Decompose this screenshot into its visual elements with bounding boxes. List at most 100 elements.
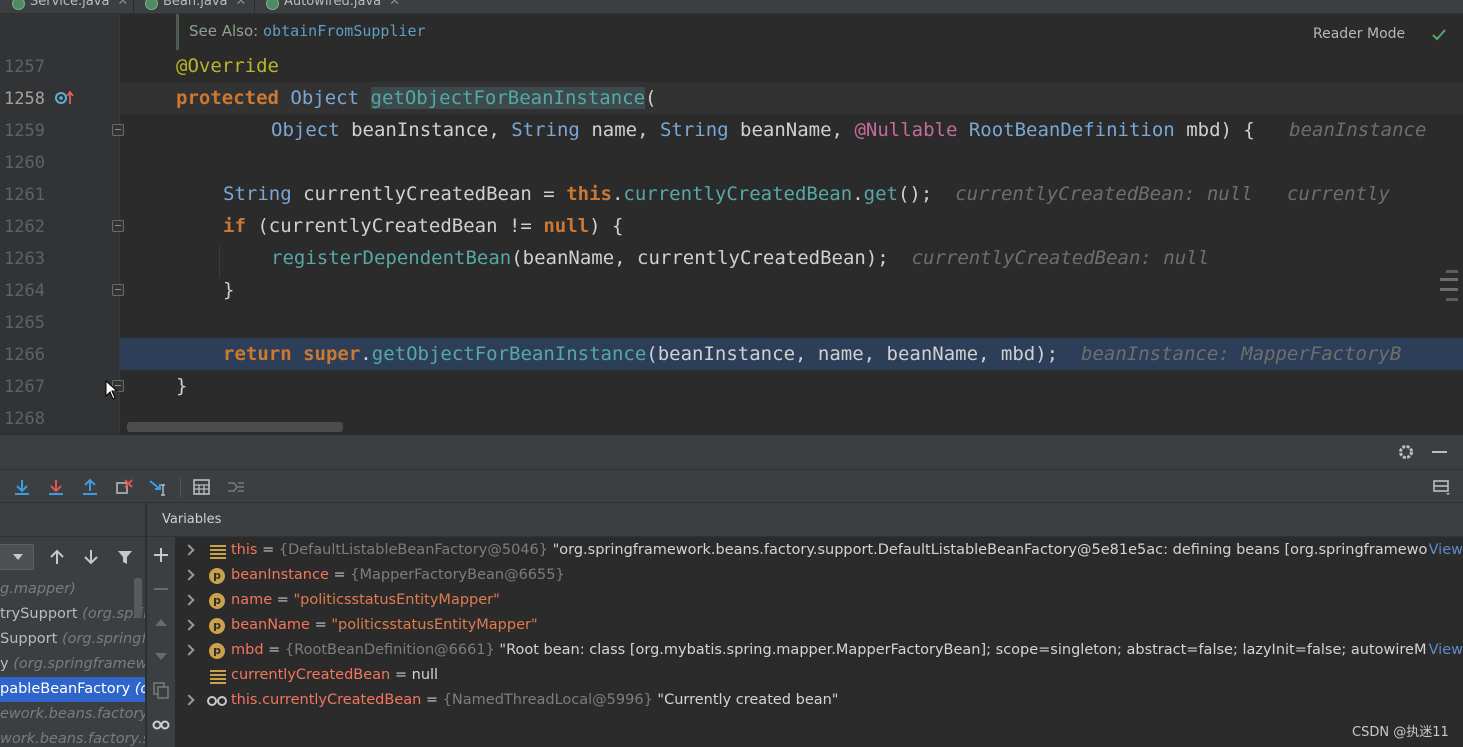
show-watches-icon[interactable] (152, 715, 170, 733)
arrow-up-icon[interactable] (48, 548, 66, 566)
stack-frame[interactable]: work.beans.factory.sup (0, 727, 145, 747)
line-number-gutter[interactable]: 1257 1258 1259 1260 1261 1262 1263 1264 … (0, 14, 120, 434)
add-watch-icon[interactable] (152, 546, 170, 564)
tab-label: Service.java (30, 0, 110, 9)
reader-mode-button[interactable]: Reader Mode (1313, 26, 1405, 42)
stack-frame[interactable]: trySupport (org.spring (0, 602, 145, 627)
code-line-1263[interactable]: registerDependentBean(beanName, currentl… (120, 242, 1463, 274)
line-number: 1257 (4, 57, 45, 77)
variable-value: "Root bean: class [org.mybatis.spring.ma… (494, 642, 1463, 658)
watermark: CSDN @执迷11 (1352, 725, 1449, 740)
code-line-1257[interactable]: @Override (120, 50, 1463, 82)
remove-watch-icon[interactable] (152, 580, 170, 598)
code-line-1258[interactable]: protected Object getObjectForBeanInstanc… (120, 82, 1463, 114)
code-token: } (223, 279, 235, 301)
evaluate-expression-icon[interactable] (192, 478, 212, 496)
variable-row-beanInstance[interactable]: p beanInstance = {MapperFactoryBean@6655… (176, 563, 1463, 588)
see-also-link[interactable]: obtainFromSupplier (263, 22, 426, 40)
move-down-icon[interactable] (152, 647, 170, 665)
variable-row-mbd[interactable]: p mbd = {RootBeanDefinition@6661} "Root … (176, 638, 1463, 663)
close-icon[interactable]: ✕ (389, 0, 400, 9)
equals-sign: = (272, 592, 294, 608)
frame-method: y (0, 656, 14, 672)
variable-row-beanName[interactable]: p beanName = "politicsstatusEntityMapper… (176, 613, 1463, 638)
method-token: getObjectForBeanInstance (371, 343, 647, 365)
arrow-down-icon[interactable] (82, 548, 100, 566)
frames-scrollbar[interactable] (134, 578, 142, 618)
execution-point-line-1266[interactable]: return super.getObjectForBeanInstance(be… (120, 338, 1463, 370)
gear-icon[interactable] (1397, 443, 1415, 461)
run-to-cursor-icon[interactable] (148, 478, 168, 496)
variable-value: "politicsstatusEntityMapper" (293, 592, 500, 608)
tab-autowired-java[interactable]: Autowired.java ✕ (262, 0, 400, 13)
minimize-icon[interactable] (1432, 451, 1447, 453)
expand-arrow-icon[interactable] (183, 619, 195, 631)
code-line-1259[interactable]: Object beanInstance, String name, String… (120, 114, 1463, 146)
debug-toolbar (0, 469, 1463, 503)
variable-row-name[interactable]: p name = "politicsstatusEntityMapper" (176, 588, 1463, 613)
thread-selector-dropdown[interactable] (0, 544, 34, 570)
type-token: String (659, 119, 729, 141)
tab-service-java[interactable]: Service.java ✕ (8, 0, 128, 13)
code-line-1267[interactable]: } (120, 370, 1463, 402)
expand-arrow-icon[interactable] (183, 694, 195, 706)
variable-row-watch[interactable]: this.currentlyCreatedBean = {NamedThread… (176, 688, 1463, 713)
code-line-1262[interactable]: if (currentlyCreatedBean != null) { (120, 210, 1463, 242)
view-link[interactable]: View (1426, 538, 1463, 563)
copy-icon[interactable] (152, 681, 170, 699)
step-out-icon[interactable] (80, 478, 100, 496)
expand-arrow-icon[interactable] (183, 544, 195, 556)
doc-see-also: See Also: obtainFromSupplier (176, 14, 426, 50)
view-link[interactable]: View (1426, 638, 1463, 663)
keyword-token: null (543, 215, 590, 237)
frame-package: ework.beans.factory.su (0, 706, 146, 722)
line-number: 1264 (4, 281, 45, 301)
stack-frame[interactable]: g.mapper) (0, 577, 145, 602)
expand-arrow-icon[interactable] (183, 644, 195, 656)
stack-frame[interactable]: Support (org.springfra (0, 627, 145, 652)
code-line-1261[interactable]: String currentlyCreatedBean = this.curre… (120, 178, 1463, 210)
code-token: (beanInstance, name, beanName, mbd); (646, 343, 1059, 365)
override-marker-icon[interactable] (55, 90, 75, 106)
tab-label: Autowired.java (284, 0, 382, 9)
code-line-1264[interactable]: } (120, 274, 1463, 306)
field-token: currentlyCreatedBean (623, 183, 853, 205)
step-over-icon[interactable] (12, 478, 32, 496)
inline-debug-hint: currentlyCreatedBean: null (911, 247, 1210, 269)
scroll-marker-icon[interactable] (1440, 270, 1458, 310)
inline-debug-hint: currentlyCreatedBean: null (955, 183, 1253, 205)
variable-type: {DefaultListableBeanFactory@5046} (278, 542, 548, 558)
tab-label: Bean.java (163, 0, 228, 9)
trace-stream-icon[interactable] (226, 478, 246, 496)
variable-row-this[interactable]: this = {DefaultListableBeanFactory@5046}… (176, 538, 1463, 563)
filter-icon[interactable] (116, 548, 134, 566)
equals-sign: = (263, 642, 285, 658)
line-number: 1266 (4, 345, 45, 365)
stack-frame-selected[interactable]: pableBeanFactory (or (0, 677, 145, 702)
expand-arrow-icon[interactable] (183, 569, 195, 581)
frame-package: (org.springframewor (13, 656, 145, 672)
move-up-icon[interactable] (152, 614, 170, 632)
check-icon[interactable] (1431, 27, 1447, 43)
close-icon[interactable]: ✕ (117, 0, 128, 9)
horizontal-scrollbar[interactable] (127, 422, 343, 432)
type-token: RootBeanDefinition (968, 119, 1175, 141)
stack-frame[interactable]: ework.beans.factory.su (0, 702, 146, 727)
inline-debug-hint: currently (1286, 183, 1390, 205)
layout-icon[interactable] (1432, 478, 1452, 496)
inline-debug-hint: beanInstance (1289, 119, 1427, 141)
frame-package: g.mapper) (0, 581, 76, 597)
expand-arrow-icon[interactable] (183, 594, 195, 606)
code-editor[interactable]: 1257 1258 1259 1260 1261 1262 1263 1264 … (0, 14, 1463, 434)
variable-type: {MapperFactoryBean@6655} (350, 567, 565, 583)
step-into-icon[interactable] (46, 478, 66, 496)
variable-row-currentlyCreatedBean[interactable]: currentlyCreatedBean = null (176, 663, 1463, 688)
line-number: 1262 (4, 217, 45, 237)
variable-type: {NamedThreadLocal@5996} (442, 692, 653, 708)
tab-bean-java[interactable]: Bean.java ✕ (141, 0, 247, 13)
punct-token: ( (645, 87, 657, 109)
stack-frame[interactable]: y (org.springframewor (0, 652, 145, 677)
close-icon[interactable]: ✕ (236, 0, 247, 9)
code-token: . (852, 183, 864, 205)
drop-frame-icon[interactable] (114, 478, 134, 496)
